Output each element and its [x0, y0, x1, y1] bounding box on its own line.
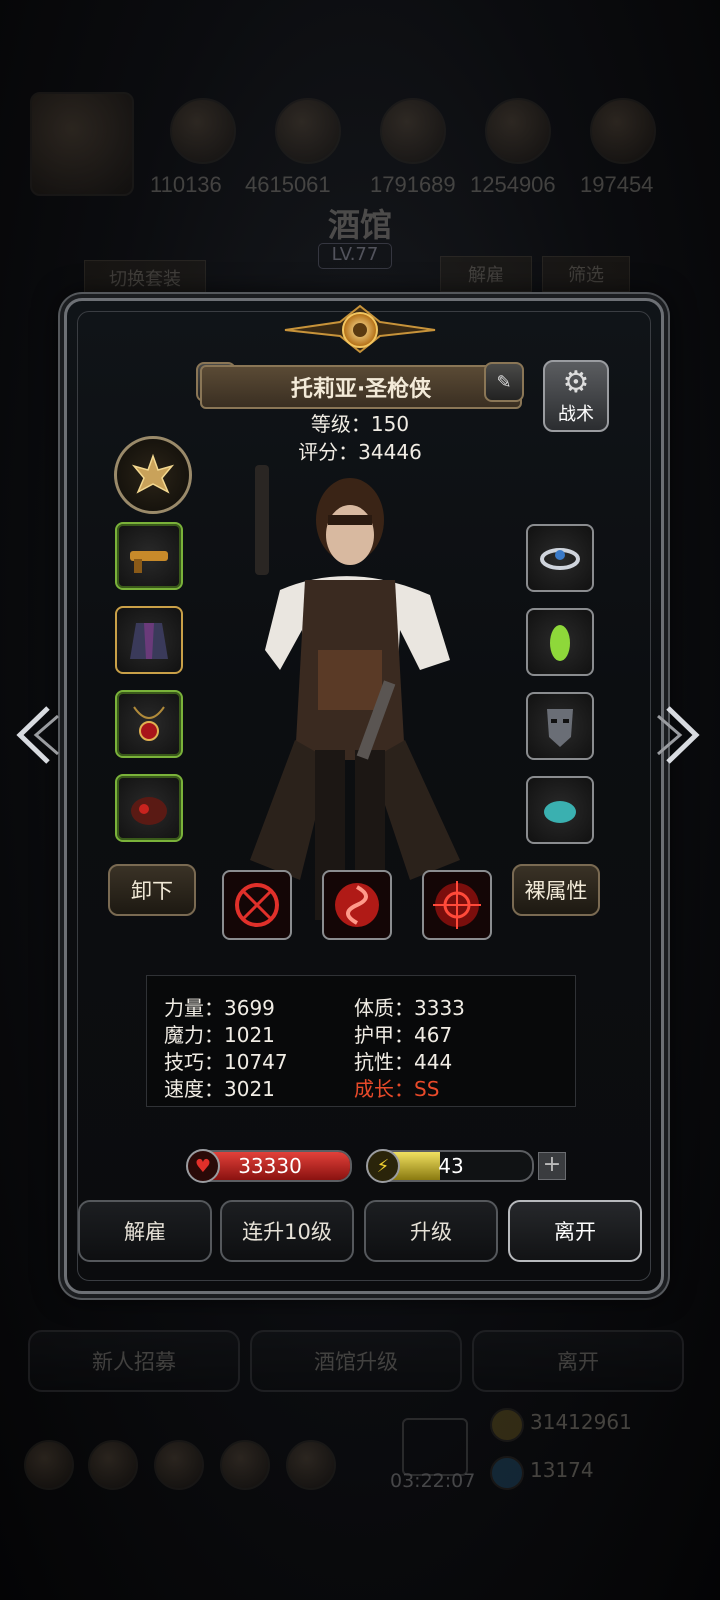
hero-level: 等级：150 [310, 412, 410, 436]
gear-icon: ⚙ [562, 365, 590, 400]
resource-icon [170, 98, 236, 164]
menu-icon[interactable] [24, 1440, 74, 1490]
hero-name: 托莉亚·圣枪侠 [200, 365, 522, 409]
hero-portrait-figure [210, 460, 480, 930]
armor-slot[interactable] [115, 606, 183, 674]
hall-upgrade-button[interactable]: 酒馆升级 [250, 1330, 462, 1392]
unequip-button[interactable]: 卸下 [108, 864, 196, 916]
dialog-crest-icon [280, 300, 440, 356]
stat-speed: 速度：3021 [164, 1077, 275, 1101]
resource-value: 1254906 [470, 172, 556, 197]
resource-icon [590, 98, 656, 164]
tactics-label: 战术 [558, 404, 594, 425]
stat-resistance: 抗性：444 [354, 1050, 453, 1074]
stat-armor: 护甲：467 [354, 1023, 453, 1047]
bare-attributes-button[interactable]: 裸属性 [512, 864, 600, 916]
gold-amount: 31412961 [530, 1410, 632, 1434]
mask-slot[interactable] [526, 692, 594, 760]
gem-icon [490, 1456, 524, 1490]
ring-slot[interactable] [526, 524, 594, 592]
tactics-button[interactable]: ⚙ 战术 [543, 360, 609, 432]
filter-button[interactable]: 筛选 [542, 256, 630, 292]
bg-dismiss-button[interactable]: 解雇 [440, 256, 532, 292]
resource-icon [275, 98, 341, 164]
bg-leave-button[interactable]: 离开 [472, 1330, 684, 1392]
resource-icon [485, 98, 551, 164]
switch-set-button[interactable]: 切换套装 [84, 260, 206, 296]
left-arrow-icon[interactable] [10, 700, 60, 770]
edit-icon[interactable]: ✎ [484, 362, 524, 402]
skill-2-icon[interactable] [322, 870, 392, 940]
stat-magic: 魔力：1021 [164, 1023, 275, 1047]
gem-slot[interactable] [526, 608, 594, 676]
necklace-slot[interactable] [115, 690, 183, 758]
level-up-10-button[interactable]: 连升10级 [220, 1200, 354, 1262]
menu-icon[interactable] [88, 1440, 138, 1490]
gold-coin-icon [490, 1408, 524, 1442]
bottom-timer: 03:22:07 [390, 1470, 476, 1492]
phoenix-emblem-icon[interactable] [114, 436, 192, 514]
resource-value: 110136 [150, 172, 222, 197]
dismiss-button[interactable]: 解雇 [78, 1200, 212, 1262]
right-arrow-icon[interactable] [656, 700, 706, 770]
skill-1-icon[interactable] [222, 870, 292, 940]
stat-constitution: 体质：3333 [354, 996, 465, 1020]
offhand-slot[interactable] [115, 774, 183, 842]
hall-title: 酒馆 [327, 206, 392, 244]
stat-skill: 技巧：10747 [164, 1050, 288, 1074]
heart-icon: ♥ [186, 1149, 220, 1183]
recruit-button[interactable]: 新人招募 [28, 1330, 240, 1392]
stone-slot[interactable] [526, 776, 594, 844]
menu-icon[interactable] [220, 1440, 270, 1490]
hero-portrait [30, 92, 134, 196]
gift-box-icon[interactable] [402, 1418, 468, 1476]
hall-level: LV.77 [318, 243, 392, 269]
resource-value: 197454 [580, 172, 654, 197]
stat-growth: 成长：SS [354, 1077, 440, 1101]
menu-icon[interactable] [286, 1440, 336, 1490]
lightning-icon: ⚡ [366, 1149, 400, 1183]
skill-3-icon[interactable] [422, 870, 492, 940]
stat-strength: 力量：3699 [164, 996, 275, 1020]
leave-button[interactable]: 离开 [508, 1200, 642, 1262]
add-energy-button[interactable]: + [538, 1152, 566, 1180]
resource-icon [380, 98, 446, 164]
gem-amount: 13174 [530, 1458, 594, 1482]
menu-icon[interactable] [154, 1440, 204, 1490]
upgrade-button[interactable]: 升级 [364, 1200, 498, 1262]
resource-value: 1791689 [370, 172, 456, 197]
weapon-slot[interactable] [115, 522, 183, 590]
resource-value: 4615061 [245, 172, 331, 197]
